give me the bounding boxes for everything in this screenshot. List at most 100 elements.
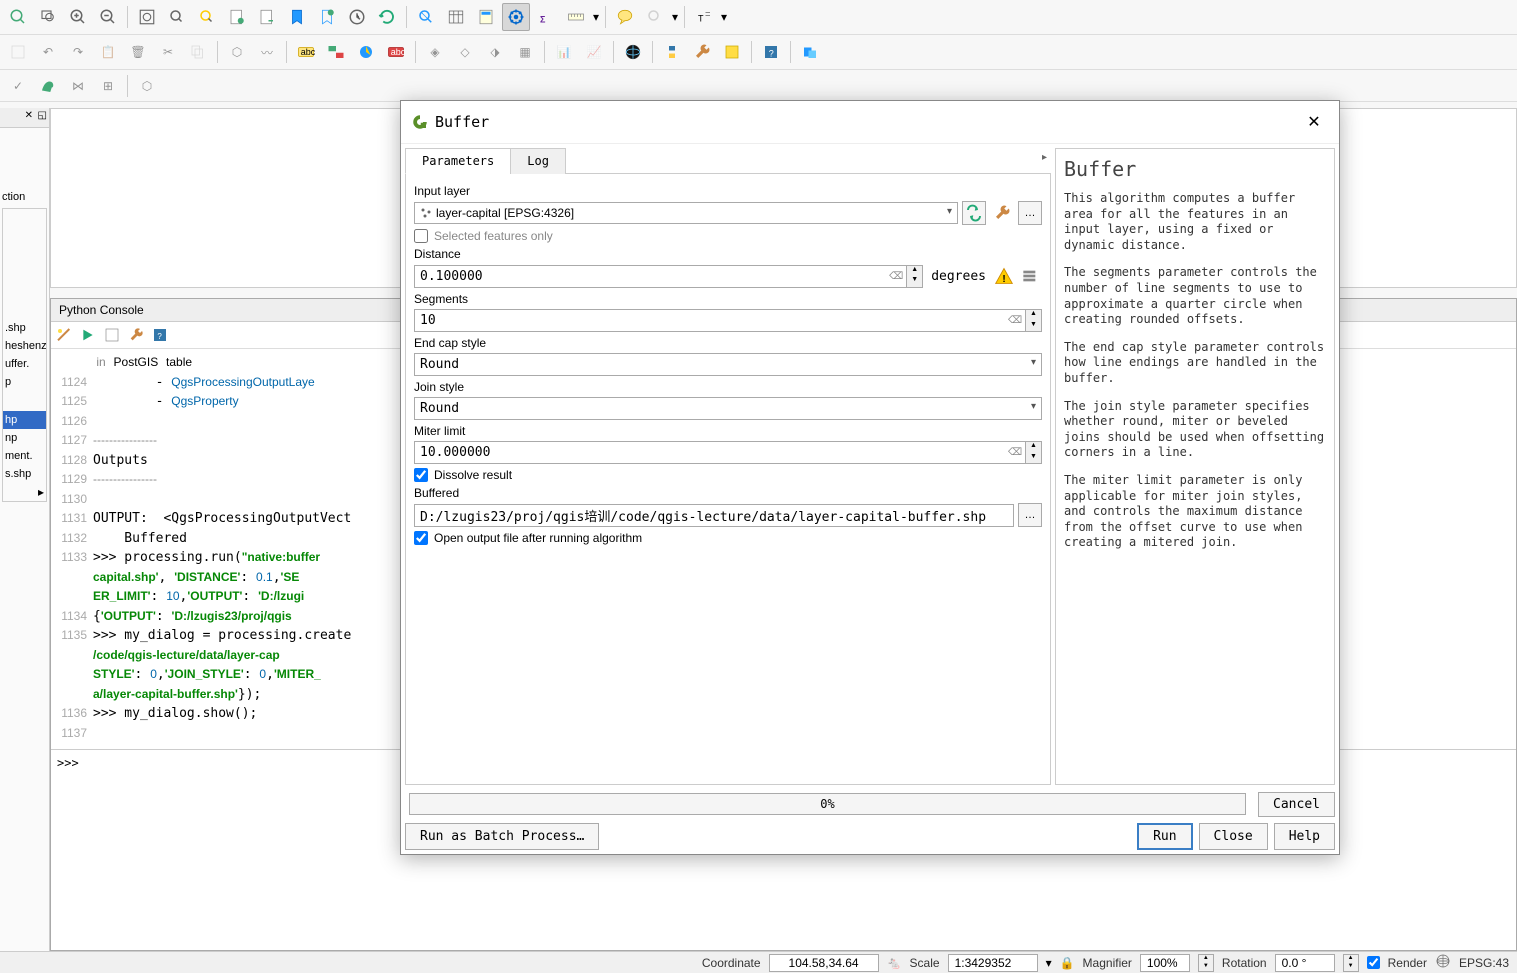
refresh-icon[interactable] [373, 3, 401, 31]
zoom-in-icon[interactable] [64, 3, 92, 31]
rot-field[interactable]: 0.0 ° [1275, 954, 1335, 972]
close-button[interactable]: Close [1199, 823, 1268, 850]
new-layout-icon[interactable] [223, 3, 251, 31]
console-clear-icon[interactable] [54, 325, 74, 345]
console-help-icon[interactable]: ? [150, 325, 170, 345]
close-icon[interactable]: ✕ [1299, 107, 1329, 137]
dropdown-icon[interactable]: ▾ [720, 3, 728, 31]
crs-icon[interactable] [1435, 953, 1451, 972]
layer-item[interactable]: .shp [3, 319, 46, 337]
python-icon[interactable] [658, 38, 686, 66]
spin-up-icon[interactable]: ▲ [1026, 442, 1041, 453]
processing-icon[interactable] [718, 38, 746, 66]
scale-label: Scale [910, 956, 940, 970]
abc-red-icon[interactable]: abc [382, 38, 410, 66]
iterate-icon[interactable] [962, 201, 986, 225]
epsg-label[interactable]: EPSG:43 [1459, 956, 1509, 970]
console-editor-icon[interactable] [102, 325, 122, 345]
layer-item-selected[interactable]: hp [3, 411, 46, 429]
layer-item[interactable]: np [3, 429, 46, 447]
zoom-full-icon[interactable] [133, 3, 161, 31]
temporal-icon[interactable] [343, 3, 371, 31]
calc-icon[interactable] [472, 3, 500, 31]
labels-icon[interactable] [322, 38, 350, 66]
coord-field[interactable]: 104.58,34.64 [769, 954, 879, 972]
segments-input[interactable] [414, 309, 1026, 332]
label-abc-icon[interactable]: abc [292, 38, 320, 66]
mag-spinner[interactable]: ▲▼ [1198, 954, 1214, 972]
render-checkbox[interactable] [1367, 956, 1380, 969]
mag-field[interactable]: 100% [1140, 954, 1190, 972]
cancel-button[interactable]: Cancel [1258, 792, 1335, 817]
measure-icon[interactable] [562, 3, 590, 31]
panel-undock-icon[interactable]: ◱ [38, 110, 47, 121]
data-defined-icon[interactable] [1018, 264, 1042, 288]
clear-icon[interactable]: ⌫ [889, 269, 903, 283]
zoom-layer-icon[interactable] [163, 3, 191, 31]
zoom-rect-icon[interactable] [34, 3, 62, 31]
endcap-select[interactable]: Round [414, 353, 1042, 376]
config-icon[interactable] [990, 201, 1014, 225]
joinstyle-select[interactable]: Round [414, 397, 1042, 420]
dropdown-icon[interactable]: ▾ [671, 3, 679, 31]
spin-down-icon[interactable]: ▼ [1026, 321, 1041, 332]
dino-icon[interactable] [34, 72, 62, 100]
selected-only-checkbox[interactable] [414, 229, 428, 243]
sigma-icon[interactable]: Σ [532, 3, 560, 31]
bookmark-add-icon[interactable] [313, 3, 341, 31]
bookmark-icon[interactable] [283, 3, 311, 31]
output-path-input[interactable] [414, 504, 1014, 527]
db-icon[interactable] [796, 38, 824, 66]
help-button[interactable]: Help [1274, 823, 1335, 850]
scale-field[interactable]: 1:3429352 [948, 954, 1038, 972]
batch-button[interactable]: Run as Batch Process… [405, 823, 599, 850]
output-browse-icon[interactable]: … [1018, 503, 1042, 527]
dropdown-icon[interactable]: ▾ [592, 3, 600, 31]
console-settings-icon[interactable] [126, 325, 146, 345]
input-layer-select[interactable]: layer-capital [EPSG:4326] [414, 202, 958, 224]
layer-item[interactable]: s.shp [3, 465, 46, 483]
spin-up-icon[interactable]: ▲ [907, 266, 922, 277]
layer-item[interactable]: uffer. [3, 355, 46, 373]
extents-icon[interactable]: 🐁 [887, 956, 902, 970]
tab-log[interactable]: Log [510, 148, 566, 174]
filter-icon[interactable] [412, 3, 440, 31]
run-button[interactable]: Run [1137, 823, 1192, 850]
miter-input[interactable] [414, 441, 1026, 464]
wrench-icon[interactable] [688, 38, 716, 66]
spin-down-icon[interactable]: ▼ [907, 276, 922, 287]
expand-icon[interactable]: ▸ [1042, 152, 1047, 163]
svg-text:Σ: Σ [540, 14, 546, 24]
clear-icon[interactable]: ⌫ [1008, 446, 1022, 460]
toolbox-icon[interactable] [502, 3, 530, 31]
lock-icon[interactable]: 🔒 [1060, 956, 1075, 970]
console-run-icon[interactable] [78, 325, 98, 345]
scroll-right-icon[interactable]: ▸ [3, 483, 46, 501]
clear-icon[interactable]: ⌫ [1008, 314, 1022, 328]
panel-close-icon[interactable]: ✕ [25, 110, 33, 121]
tab-parameters[interactable]: Parameters [405, 148, 511, 174]
text-anno-icon[interactable]: T [690, 3, 718, 31]
layer-item[interactable]: heshenz [3, 337, 46, 355]
spin-up-icon[interactable]: ▲ [1026, 310, 1041, 321]
scale-dropdown-icon[interactable]: ▾ [1046, 956, 1052, 970]
zoom-sel-icon[interactable] [193, 3, 221, 31]
browse-icon[interactable]: … [1018, 201, 1042, 225]
attr-table-icon[interactable] [442, 3, 470, 31]
zoom-out-icon[interactable] [94, 3, 122, 31]
rot-spinner[interactable]: ▲▼ [1343, 954, 1359, 972]
help-icon[interactable]: ? [757, 38, 785, 66]
diagram-icon[interactable] [352, 38, 380, 66]
spin-down-icon[interactable]: ▼ [1026, 453, 1041, 464]
zoom-poly-icon[interactable] [4, 3, 32, 31]
open-output-checkbox[interactable] [414, 531, 428, 545]
dialog-titlebar[interactable]: Buffer ✕ [401, 101, 1339, 144]
layer-item[interactable]: ment. [3, 447, 46, 465]
new-report-icon[interactable] [253, 3, 281, 31]
dissolve-checkbox[interactable] [414, 468, 428, 482]
distance-input[interactable] [414, 265, 907, 288]
tip-icon[interactable] [611, 3, 639, 31]
globe-icon[interactable] [619, 38, 647, 66]
layer-item[interactable]: p [3, 373, 46, 391]
miter-label: Miter limit [414, 424, 1042, 438]
